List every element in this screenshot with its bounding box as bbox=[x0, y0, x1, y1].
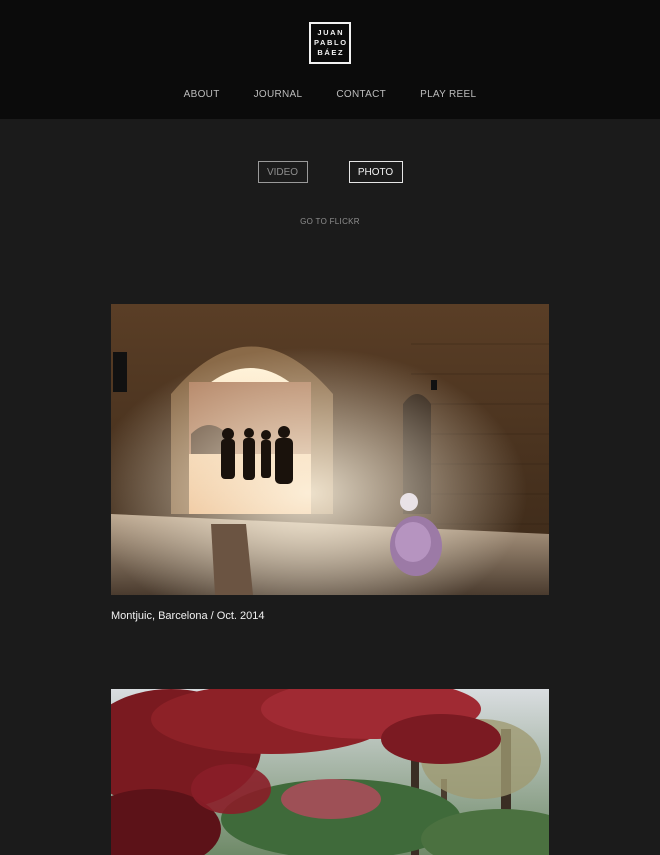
logo-line-2: PABLO bbox=[313, 38, 348, 47]
photo-montjuic[interactable] bbox=[111, 304, 549, 595]
logo-line-3: BÁEZ bbox=[317, 48, 345, 57]
photo-caption: Montjuic, Barcelona / Oct. 2014 bbox=[111, 610, 265, 622]
site-header: JUAN PABLO BÁEZ ABOUT JOURNAL CONTACT PL… bbox=[0, 0, 660, 119]
photo-autumn-tree-image bbox=[111, 689, 549, 855]
media-toggle-group: VIDEO PHOTO bbox=[0, 161, 660, 183]
photo-autumn-tree[interactable] bbox=[111, 689, 549, 855]
nav-about[interactable]: ABOUT bbox=[184, 89, 220, 100]
photo-toggle-button[interactable]: PHOTO bbox=[348, 161, 403, 183]
nav-contact[interactable]: CONTACT bbox=[336, 89, 386, 100]
go-to-flickr-link[interactable]: GO TO FLICKR bbox=[0, 217, 660, 226]
nav-journal[interactable]: JOURNAL bbox=[254, 89, 303, 100]
main-nav: ABOUT JOURNAL CONTACT PLAY REEL bbox=[0, 89, 660, 100]
photo-montjuic-image bbox=[111, 304, 549, 595]
logo-line-1: JUAN bbox=[317, 28, 345, 37]
site-logo[interactable]: JUAN PABLO BÁEZ bbox=[309, 22, 351, 64]
video-toggle-button[interactable]: VIDEO bbox=[257, 161, 308, 183]
nav-play-reel[interactable]: PLAY REEL bbox=[420, 89, 476, 100]
